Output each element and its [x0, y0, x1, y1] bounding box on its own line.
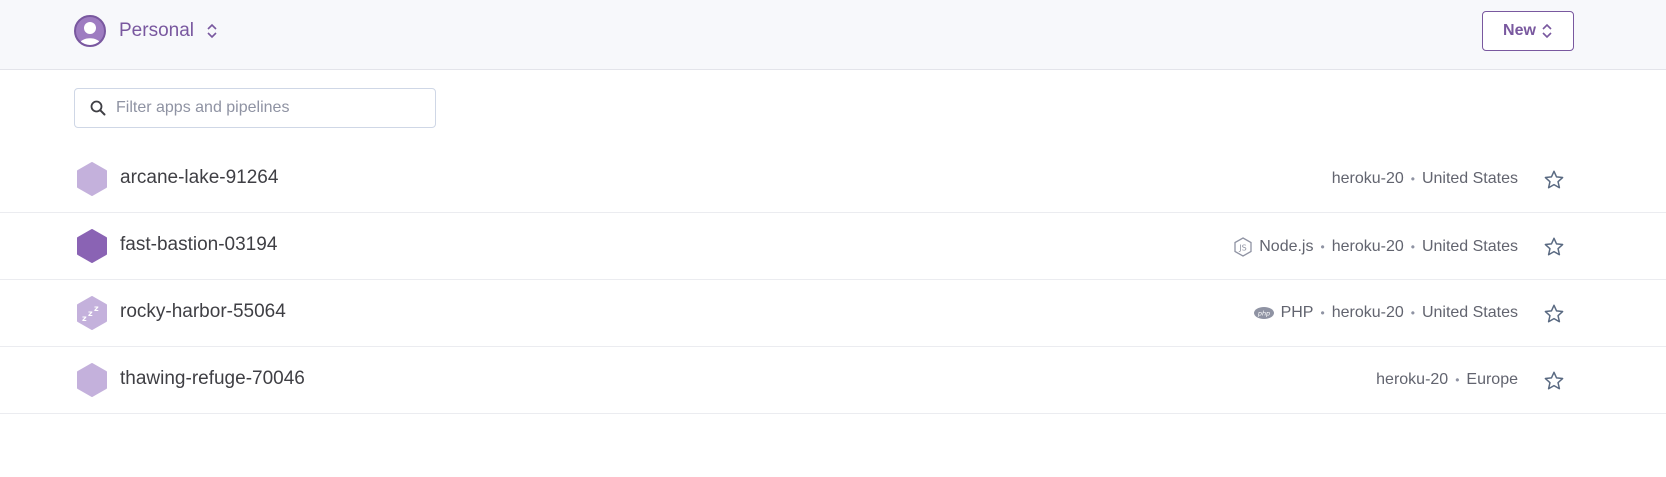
app-meta: heroku-20 • United States [1332, 170, 1518, 188]
star-icon[interactable] [1543, 370, 1565, 392]
app-stack: heroku-20 [1331, 304, 1404, 321]
svg-text:z: z [94, 304, 99, 313]
app-name[interactable]: thawing-refuge-70046 [120, 368, 305, 390]
app-region: United States [1421, 304, 1518, 321]
app-meta: JS Node.js • heroku-20 • United States [1233, 237, 1518, 257]
app-row[interactable]: arcane-lake-91264 heroku-20 • United Sta… [0, 146, 1666, 213]
search-icon [90, 100, 106, 116]
star-icon[interactable] [1543, 303, 1565, 325]
app-stack: heroku-20 [1376, 371, 1449, 388]
avatar-icon [74, 15, 106, 47]
hexagon-icon [76, 229, 108, 263]
app-row[interactable]: fast-bastion-03194 JS Node.js • heroku-2… [0, 213, 1666, 280]
app-stack: heroku-20 [1331, 170, 1404, 187]
app-name[interactable]: rocky-harbor-55064 [120, 301, 286, 323]
separator-dot: • [1410, 172, 1415, 186]
app-region: Europe [1466, 371, 1518, 388]
team-name: Personal [119, 20, 194, 41]
star-icon[interactable] [1543, 169, 1565, 191]
app-row[interactable]: z z z rocky-harbor-55064 php PHP • herok… [0, 280, 1666, 347]
separator-dot: • [1320, 306, 1325, 320]
hexagon-icon [76, 363, 108, 397]
app-list: arcane-lake-91264 heroku-20 • United Sta… [0, 146, 1666, 414]
new-button[interactable]: New [1482, 11, 1574, 51]
app-name[interactable]: arcane-lake-91264 [120, 167, 278, 189]
svg-text:php: php [1256, 310, 1269, 318]
filter-input[interactable] [114, 98, 414, 118]
app-meta: php PHP • heroku-20 • United States [1253, 304, 1518, 322]
top-header: Personal New [0, 0, 1666, 70]
app-stack: heroku-20 [1331, 238, 1404, 255]
app-name[interactable]: fast-bastion-03194 [120, 234, 277, 256]
svg-text:JS: JS [1239, 244, 1247, 253]
separator-dot: • [1320, 240, 1325, 254]
hexagon-icon [76, 162, 108, 196]
php-icon: php [1253, 306, 1275, 320]
app-region: United States [1421, 238, 1518, 255]
nodejs-icon: JS [1233, 237, 1253, 257]
chevron-up-down-icon [1541, 23, 1553, 39]
app-row[interactable]: thawing-refuge-70046 heroku-20 • Europe [0, 347, 1666, 414]
separator-dot: • [1410, 240, 1415, 254]
app-meta: heroku-20 • Europe [1376, 371, 1518, 389]
filter-field[interactable] [74, 88, 436, 128]
svg-text:z: z [88, 309, 93, 318]
svg-text:z: z [82, 314, 87, 323]
sleeping-hexagon-icon: z z z [76, 296, 108, 330]
separator-dot: • [1410, 306, 1415, 320]
new-button-label: New [1503, 22, 1536, 39]
app-language: Node.js [1259, 238, 1314, 255]
app-region: United States [1421, 170, 1518, 187]
star-icon[interactable] [1543, 236, 1565, 258]
chevron-up-down-icon [206, 23, 218, 39]
team-switcher[interactable]: Personal [74, 15, 218, 47]
app-language: PHP [1280, 304, 1314, 321]
separator-dot: • [1455, 373, 1460, 387]
